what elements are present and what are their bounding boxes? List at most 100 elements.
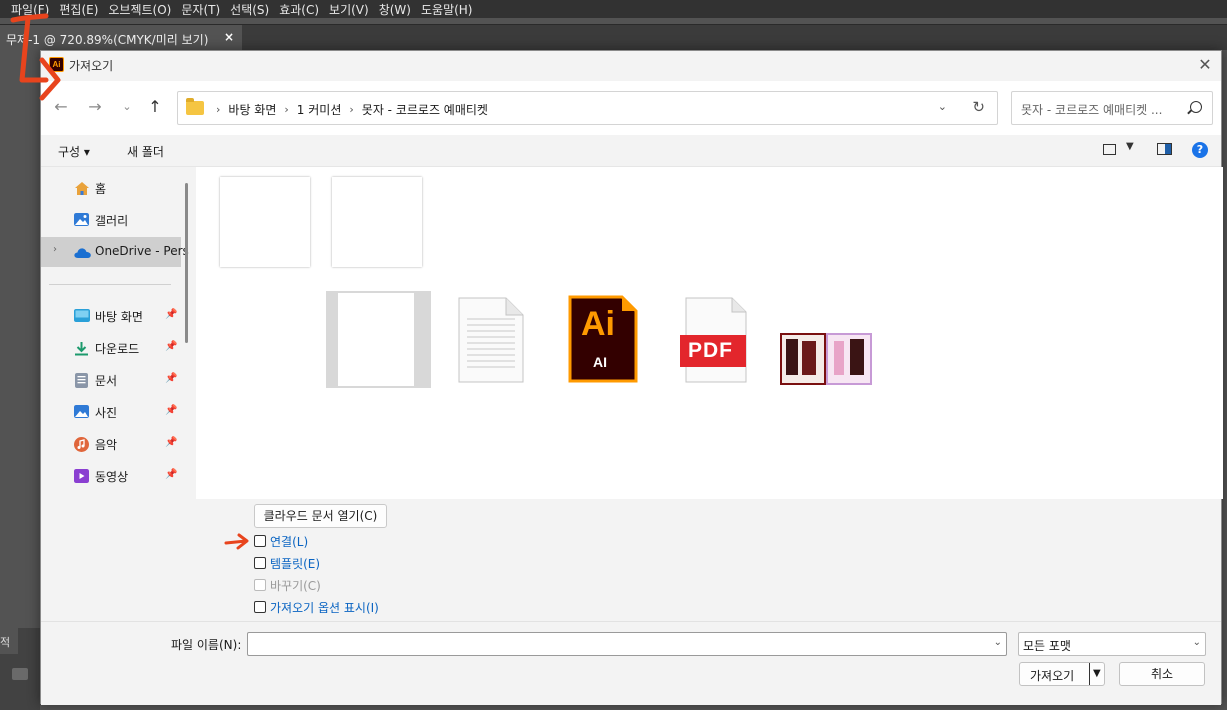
sidebar-item-home[interactable]: 홈	[41, 173, 181, 203]
template-checkbox[interactable]	[254, 557, 266, 569]
sidebar-scrollbar[interactable]	[185, 183, 188, 343]
pictures-icon	[74, 405, 89, 418]
sidebar-item-desktop[interactable]: 바탕 화면 📌	[41, 301, 181, 331]
ai-badge-small: AI	[593, 354, 607, 370]
document-tabbar: 무제-1 @ 720.89%(CMYK/미리 보기) ×	[0, 24, 1227, 51]
sidebar-divider	[49, 284, 171, 285]
download-icon	[75, 342, 88, 356]
file-item-image-thumbnail[interactable]	[780, 333, 872, 385]
file-item-thumbnail[interactable]	[220, 177, 310, 267]
breadcrumb: › 바탕 화면 › 1 커미션 › 못자 - 코르로즈 예매티켓	[208, 101, 488, 118]
breadcrumb-desktop[interactable]: 바탕 화면	[228, 101, 276, 118]
menu-help[interactable]: 도움말(H)	[416, 1, 478, 18]
pin-icon[interactable]: 📌	[165, 469, 177, 480]
camera-icon[interactable]	[12, 668, 28, 680]
import-options: 클라우드 문서 열기(C) 연결(L) 템플릿(E) 바꾸기(C) 가져오기 옵…	[41, 499, 1221, 621]
preview-pane-icon[interactable]	[1157, 143, 1172, 155]
document-icon	[75, 373, 88, 388]
file-type-filter-value: 모든 포맷	[1023, 639, 1071, 653]
file-type-filter[interactable]: 모든 포맷 ⌄	[1018, 632, 1206, 656]
link-checkbox[interactable]	[254, 535, 266, 547]
file-item-text-document-icon[interactable]	[458, 297, 524, 383]
breadcrumb-commission[interactable]: 1 커미션	[297, 101, 342, 118]
pin-icon[interactable]: 📌	[165, 309, 177, 320]
menu-type[interactable]: 문자(T)	[176, 1, 225, 18]
pin-icon[interactable]: 📌	[165, 437, 177, 448]
file-item-thumbnail[interactable]	[332, 177, 422, 267]
organize-button[interactable]: 구성 ▾	[58, 143, 90, 160]
chevron-right-icon: ›	[216, 103, 221, 116]
filename-field[interactable]: ⌄	[247, 632, 1007, 656]
search-input[interactable]: 못자 - 코르로즈 예매티켓 ...	[1011, 91, 1213, 125]
chevron-down-icon[interactable]: ⌄	[115, 95, 139, 119]
music-icon	[74, 437, 89, 452]
chevron-down-icon[interactable]: ⌄	[1193, 637, 1201, 648]
menu-effect[interactable]: 효과(C)	[274, 1, 324, 18]
cancel-button[interactable]: 취소	[1119, 662, 1205, 686]
sidebar-item-label: 다운로드	[95, 342, 140, 356]
sidebar-item-label: 사진	[95, 406, 118, 420]
breadcrumb-current-folder[interactable]: 못자 - 코르로즈 예매티켓	[362, 101, 488, 118]
menu-window[interactable]: 창(W)	[374, 1, 416, 18]
bottom-panel: 적	[0, 628, 40, 710]
menu-view[interactable]: 보기(V)	[324, 1, 374, 18]
help-icon[interactable]: ?	[1192, 142, 1208, 158]
sidebar-item-videos[interactable]: 동영상 📌	[41, 461, 181, 491]
sidebar-item-label: 홈	[95, 182, 107, 196]
sidebar-item-pictures[interactable]: 사진 📌	[41, 397, 181, 427]
search-icon[interactable]	[1190, 101, 1202, 113]
import-button[interactable]: 가져오기 ▼	[1019, 662, 1105, 686]
refresh-icon[interactable]: ↻	[972, 98, 985, 116]
pin-icon[interactable]: 📌	[165, 405, 177, 416]
caret-down-icon[interactable]: ▼	[1126, 141, 1134, 152]
pin-icon[interactable]: 📌	[165, 373, 177, 384]
annotation-arrow-menu	[10, 13, 61, 101]
menu-object[interactable]: 오브젝트(O)	[103, 1, 176, 18]
sidebar-item-documents[interactable]: 문서 📌	[41, 365, 181, 395]
filename-label: 파일 이름(N):	[171, 638, 242, 652]
address-bar[interactable]: › 바탕 화면 › 1 커미션 › 못자 - 코르로즈 예매티켓 ⌄ ↻	[177, 91, 998, 125]
forward-arrow-icon[interactable]: →	[83, 95, 107, 119]
split-divider	[1089, 663, 1090, 685]
file-item-pdf-icon[interactable]: PDF	[680, 297, 750, 383]
video-icon	[74, 469, 89, 483]
ai-badge-large: Ai	[581, 305, 615, 343]
show-import-options-label[interactable]: 가져오기 옵션 표시(I)	[270, 599, 379, 616]
sidebar-item-gallery[interactable]: 갤러리	[41, 205, 181, 235]
import-dialog: Ai 가져오기 ✕ ← → ⌄ ↑ › 바탕 화면 › 1 커미션 › 못자 -…	[40, 50, 1223, 705]
import-button-label: 가져오기	[1030, 669, 1075, 683]
new-folder-button[interactable]: 새 폴더	[127, 143, 164, 160]
link-label[interactable]: 연결(L)	[270, 533, 308, 550]
dialog-footer: 파일 이름(N): ⌄ 모든 포맷 ⌄ 가져오기 ▼ 취소	[41, 621, 1221, 705]
open-cloud-document-button[interactable]: 클라우드 문서 열기(C)	[254, 504, 387, 528]
home-icon	[75, 182, 89, 195]
sidebar-item-downloads[interactable]: 다운로드 📌	[41, 333, 181, 363]
up-arrow-icon[interactable]: ↑	[143, 95, 167, 119]
sidebar-item-label: 음악	[95, 438, 118, 452]
file-item-thumbnail[interactable]	[326, 291, 431, 388]
menu-select[interactable]: 선택(S)	[225, 1, 274, 18]
desktop-icon	[74, 309, 90, 322]
dialog-title: 가져오기	[69, 59, 114, 73]
close-icon[interactable]: ✕	[1195, 55, 1215, 75]
view-mode-icon[interactable]	[1103, 144, 1116, 155]
app-menubar: 파일(F) 편집(E) 오브젝트(O) 문자(T) 선택(S) 효과(C) 보기…	[0, 0, 1227, 18]
sidebar-item-music[interactable]: 음악 📌	[41, 429, 181, 459]
chevron-down-icon[interactable]: ⌄	[938, 100, 947, 113]
show-import-options-checkbox[interactable]	[254, 601, 266, 613]
search-placeholder: 못자 - 코르로즈 예매티켓 ...	[1021, 103, 1163, 117]
close-icon[interactable]: ×	[224, 30, 234, 44]
template-label[interactable]: 템플릿(E)	[270, 555, 320, 572]
chevron-right-icon: ›	[284, 103, 289, 116]
sidebar-item-onedrive[interactable]: › OneDrive - Pers	[41, 237, 189, 267]
dialog-titlebar: Ai 가져오기 ✕	[41, 51, 1221, 79]
chevron-down-icon[interactable]: ⌄	[994, 637, 1002, 648]
caret-down-icon[interactable]: ▼	[1093, 668, 1101, 679]
chevron-right-icon[interactable]: ›	[53, 244, 57, 255]
pin-icon[interactable]: 📌	[165, 341, 177, 352]
file-list: Ai AI PDF	[196, 167, 1223, 499]
file-item-illustrator-icon[interactable]: Ai AI	[566, 295, 638, 385]
folder-icon	[186, 98, 204, 115]
chevron-right-icon: ›	[349, 103, 354, 116]
panel-tab[interactable]: 적	[0, 628, 18, 654]
